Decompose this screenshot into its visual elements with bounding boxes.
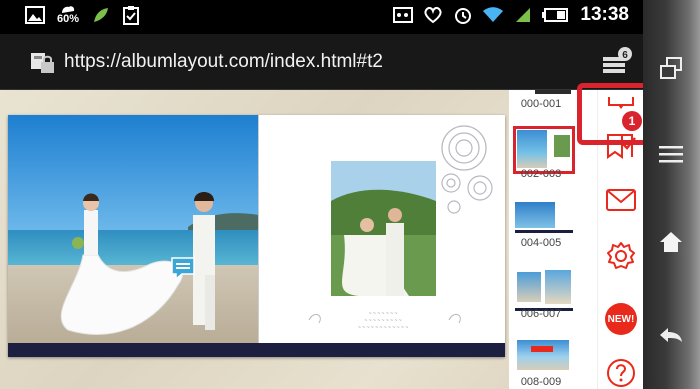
thumbnail-label: 004-005 <box>520 237 562 249</box>
leaf-icon <box>90 4 112 26</box>
multiwindow-button[interactable] <box>651 48 691 88</box>
thumbnail-label: 006-007 <box>520 308 562 320</box>
tab-count: 6 <box>622 50 628 61</box>
help-button[interactable] <box>603 355 639 389</box>
thumbnail-label: 000-001 <box>520 98 562 110</box>
back-button[interactable] <box>651 315 691 355</box>
messages-button[interactable] <box>603 182 639 218</box>
web-page: ~ ~ ~ ~ ~ ~ ~ ~ ~ ~ ~ ~ ~ ~ ~ ~ ~ ~ ~ ~ … <box>0 90 643 389</box>
settings-button[interactable] <box>603 238 639 274</box>
mobile-data-heart-icon <box>422 4 444 26</box>
tabs-button[interactable]: 6 <box>599 45 633 79</box>
caption-line-2: ~ ~ ~ ~ ~ ~ ~ ~ ~ <box>364 318 401 324</box>
system-nav-bar <box>643 0 700 389</box>
browser-url-bar[interactable]: https://albumlayout.com/index.html#t2 6 <box>0 34 643 90</box>
thumbnail-002-003[interactable] <box>513 126 575 174</box>
battery-icon <box>542 4 569 26</box>
back-arrow-icon <box>660 328 682 342</box>
site-lock-icon <box>30 51 56 75</box>
cast-icon <box>392 4 414 26</box>
album-right-page: ~ ~ ~ ~ ~ ~ ~ ~ ~ ~ ~ ~ ~ ~ ~ ~ ~ ~ ~ ~ … <box>258 115 505 343</box>
gear-icon <box>607 242 635 269</box>
menu-button[interactable] <box>651 134 691 174</box>
status-bar: 60% 13:38 <box>0 0 643 34</box>
clipboard-check-icon <box>120 4 142 26</box>
menu-icon <box>659 146 683 163</box>
phone-screen: 60% 13:38 https://albumlayout.com/index.… <box>0 0 643 389</box>
mail-icon <box>606 189 636 211</box>
url-text[interactable]: https://albumlayout.com/index.html#t2 <box>64 51 383 73</box>
alarm-icon <box>452 4 474 26</box>
battery-saver-text: 60% <box>56 13 80 25</box>
signal-icon <box>512 4 534 26</box>
beach-wedding-photo <box>8 115 258 343</box>
home-icon <box>660 232 682 252</box>
caption-line-1: ~ ~ ~ ~ ~ ~ ~ <box>369 311 398 317</box>
caption-line-3: ~ ~ ~ ~ ~ ~ ~ ~ ~ ~ ~ ~ <box>358 325 408 331</box>
gallery-notification-icon <box>24 4 46 26</box>
comment-icon[interactable] <box>170 255 196 281</box>
wifi-icon <box>482 4 504 26</box>
album-spread[interactable]: ~ ~ ~ ~ ~ ~ ~ ~ ~ ~ ~ ~ ~ ~ ~ ~ ~ ~ ~ ~ … <box>8 115 505 357</box>
tabs-stack-icon: 6 <box>603 47 632 73</box>
new-badge: NEW! <box>605 303 637 335</box>
help-icon <box>607 359 635 387</box>
unread-mail-badge: 1 <box>622 111 642 131</box>
multiwindow-icon <box>660 57 682 79</box>
thumbnail-label: 008-009 <box>520 376 562 388</box>
thumbnail-label: 002-003 <box>520 168 562 180</box>
new-items-button[interactable]: NEW! <box>603 301 639 337</box>
status-clock: 13:38 <box>580 4 629 25</box>
album-bottom-band <box>8 343 505 357</box>
home-button[interactable] <box>651 222 691 262</box>
battery-saver-icon: 60% <box>54 4 82 26</box>
